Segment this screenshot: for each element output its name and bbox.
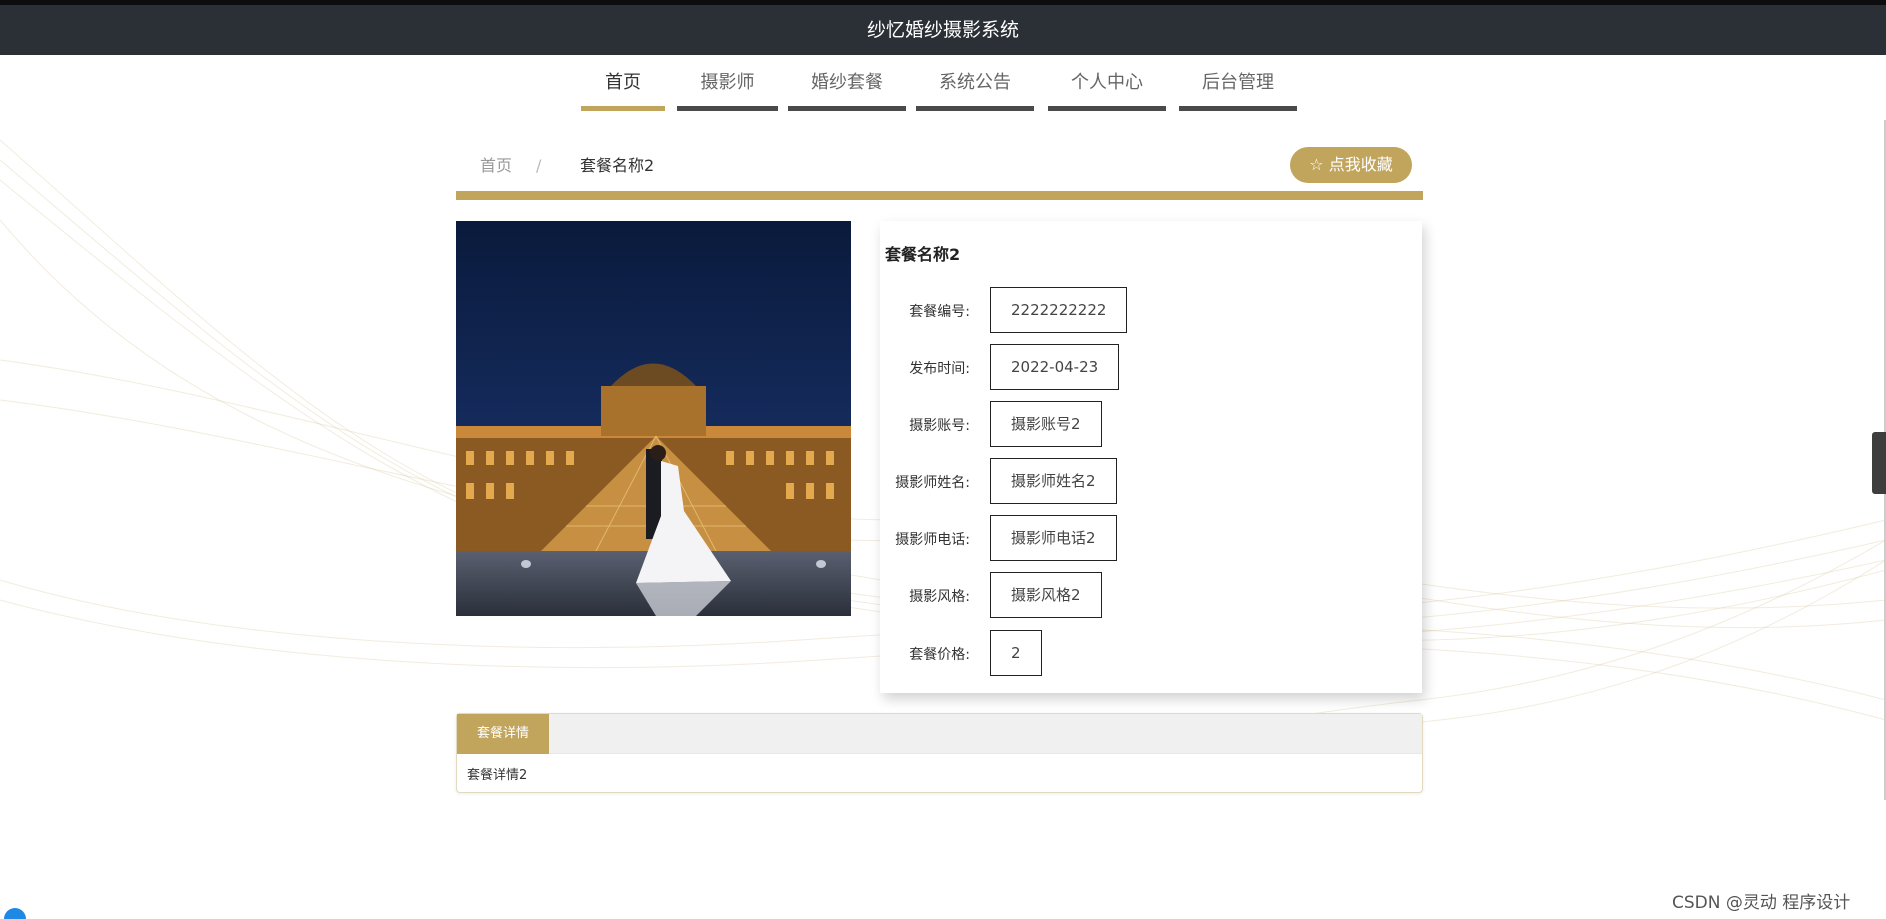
photographer-phone-label: 摄影师电话:: [895, 532, 970, 548]
detail-tab-bar: 套餐详情: [457, 714, 1422, 754]
favorite-button[interactable]: ☆ 点我收藏: [1290, 147, 1412, 183]
photography-style-value: 摄影风格2: [990, 572, 1102, 618]
package-price-value: 2: [990, 630, 1042, 676]
package-title: 套餐名称2: [885, 245, 961, 264]
floating-assistant-icon[interactable]: [4, 908, 26, 919]
package-photo: [456, 221, 851, 616]
tab-package-detail[interactable]: 套餐详情: [457, 714, 549, 754]
package-info-card: 套餐名称2 套餐编号: 2222222222 发布时间: 2022-04-23 …: [880, 221, 1422, 693]
photographer-name-label: 摄影师姓名:: [895, 475, 970, 491]
package-detail-panel: 套餐详情 套餐详情2: [456, 713, 1423, 793]
nav-item-admin[interactable]: 后台管理: [1179, 55, 1297, 111]
breadcrumb-home-link[interactable]: 首页: [480, 155, 512, 177]
breadcrumb-separator: /: [536, 156, 542, 175]
nav-item-photographers[interactable]: 摄影师: [677, 55, 778, 111]
photographer-account-label: 摄影账号:: [909, 418, 970, 434]
section-divider: [456, 191, 1423, 200]
publish-time-label: 发布时间:: [909, 361, 970, 377]
breadcrumb-current: 套餐名称2: [580, 156, 655, 175]
publish-time-value: 2022-04-23: [990, 344, 1120, 390]
package-price-label: 套餐价格:: [909, 647, 970, 663]
watermark-text: CSDN @灵动 程序设计: [1672, 893, 1851, 913]
nav-item-personal-center[interactable]: 个人中心: [1048, 55, 1166, 111]
photographer-name-value: 摄影师姓名2: [990, 458, 1117, 504]
nav-item-wedding-packages[interactable]: 婚纱套餐: [788, 55, 906, 111]
nav-item-announcements[interactable]: 系统公告: [916, 55, 1034, 111]
photographer-account-value: 摄影账号2: [990, 401, 1102, 447]
side-toggle-handle[interactable]: [1872, 432, 1886, 494]
photographer-phone-value: 摄影师电话2: [990, 515, 1117, 561]
package-number-value: 2222222222: [990, 287, 1128, 333]
nav-item-home[interactable]: 首页: [581, 55, 665, 111]
breadcrumb: 首页 / 套餐名称2 ☆ 点我收藏: [456, 145, 1422, 195]
site-title: 纱忆婚纱摄影系统: [0, 5, 1886, 55]
package-number-label: 套餐编号:: [909, 304, 970, 320]
package-detail-content: 套餐详情2: [467, 768, 528, 783]
photography-style-label: 摄影风格:: [909, 589, 970, 605]
main-nav: 首页 摄影师 婚纱套餐 系统公告 个人中心 后台管理: [0, 55, 1886, 115]
